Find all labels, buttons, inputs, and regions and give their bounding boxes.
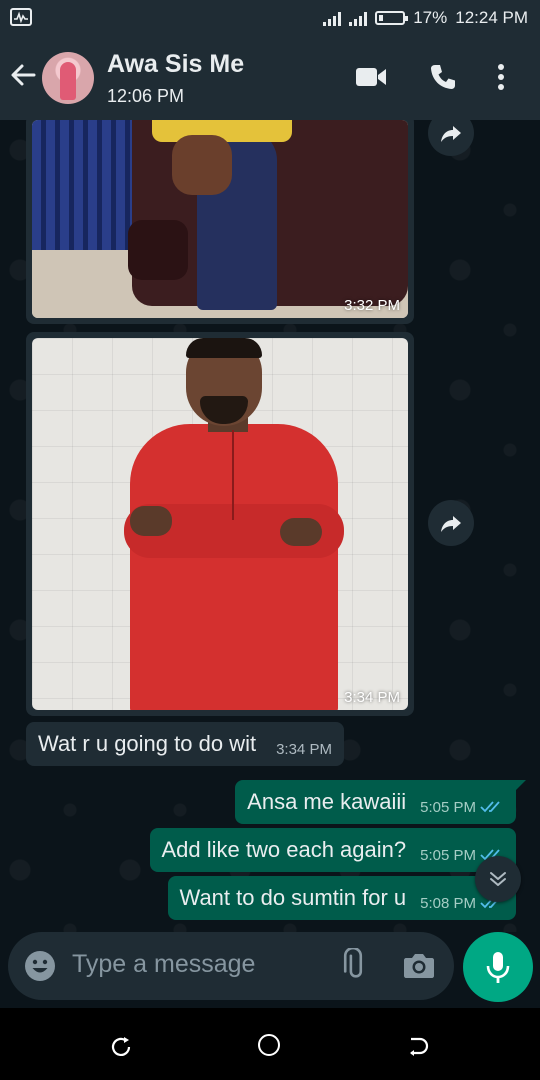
chat-header: Awa Sis Me 12:06 PM (0, 36, 540, 120)
message-time: 3:34 PM (344, 689, 400, 706)
activity-icon (10, 8, 32, 26)
camera-icon[interactable] (402, 950, 436, 985)
scroll-down-icon[interactable] (475, 856, 521, 902)
clock: 12:24 PM (455, 8, 528, 27)
message-time: 5:08 PM (420, 894, 476, 912)
photo[interactable] (32, 338, 408, 710)
back-arrow-icon[interactable] (8, 60, 42, 94)
outgoing-message[interactable]: Want to do sumtin for u 5:08 PM (167, 876, 516, 920)
message-time: 5:05 PM (420, 846, 476, 864)
incoming-message[interactable]: Wat r u going to do wit 3:34 PM (26, 722, 344, 766)
status-bar: 17% 12:24 PM (0, 0, 540, 36)
video-call-icon[interactable] (354, 62, 388, 97)
last-seen: 12:06 PM (107, 86, 185, 106)
contact-name[interactable]: Awa Sis Me (107, 50, 244, 79)
mic-button[interactable] (463, 932, 533, 1002)
avatar[interactable] (42, 52, 94, 104)
photo[interactable] (32, 120, 408, 318)
forward-icon[interactable] (428, 500, 474, 546)
status-right: 17% 12:24 PM (323, 0, 528, 36)
message-text: Add like two each again? (161, 837, 407, 862)
battery-percent: 17% (413, 8, 448, 27)
message-time: 5:05 PM (420, 798, 476, 816)
phone-icon[interactable] (428, 62, 458, 97)
message-time: 3:32 PM (344, 297, 400, 314)
image-message[interactable]: 3:34 PM (26, 332, 414, 716)
system-nav-bar (0, 1008, 540, 1080)
more-vert-icon[interactable] (496, 62, 506, 97)
outgoing-message[interactable]: Ansa me kawaiii 5:05 PM (235, 780, 526, 824)
battery-icon (375, 11, 409, 25)
message-text: Want to do sumtin for u (179, 885, 407, 910)
message-input[interactable]: Type a message (72, 950, 255, 979)
message-text: Ansa me kawaiii (247, 789, 407, 814)
message-composer[interactable]: Type a message (8, 932, 454, 1000)
forward-icon[interactable] (428, 120, 474, 156)
message-time: 3:34 PM (276, 740, 332, 758)
double-check-icon (480, 800, 504, 814)
signal-icon (323, 10, 342, 26)
signal-icon (349, 10, 368, 26)
emoji-icon[interactable] (24, 950, 56, 987)
message-text: Wat r u going to do wit (38, 731, 257, 756)
nav-back-icon[interactable] (408, 1035, 430, 1062)
chat-area[interactable]: 3:32 PM 3:34 PM Wat r u going to do wit … (0, 120, 540, 932)
outgoing-message[interactable]: Add like two each again? 5:05 PM (149, 828, 516, 872)
recent-apps-icon[interactable] (110, 1036, 132, 1063)
attach-icon[interactable] (336, 946, 370, 987)
image-message[interactable]: 3:32 PM (26, 120, 414, 324)
home-icon[interactable] (258, 1034, 280, 1056)
